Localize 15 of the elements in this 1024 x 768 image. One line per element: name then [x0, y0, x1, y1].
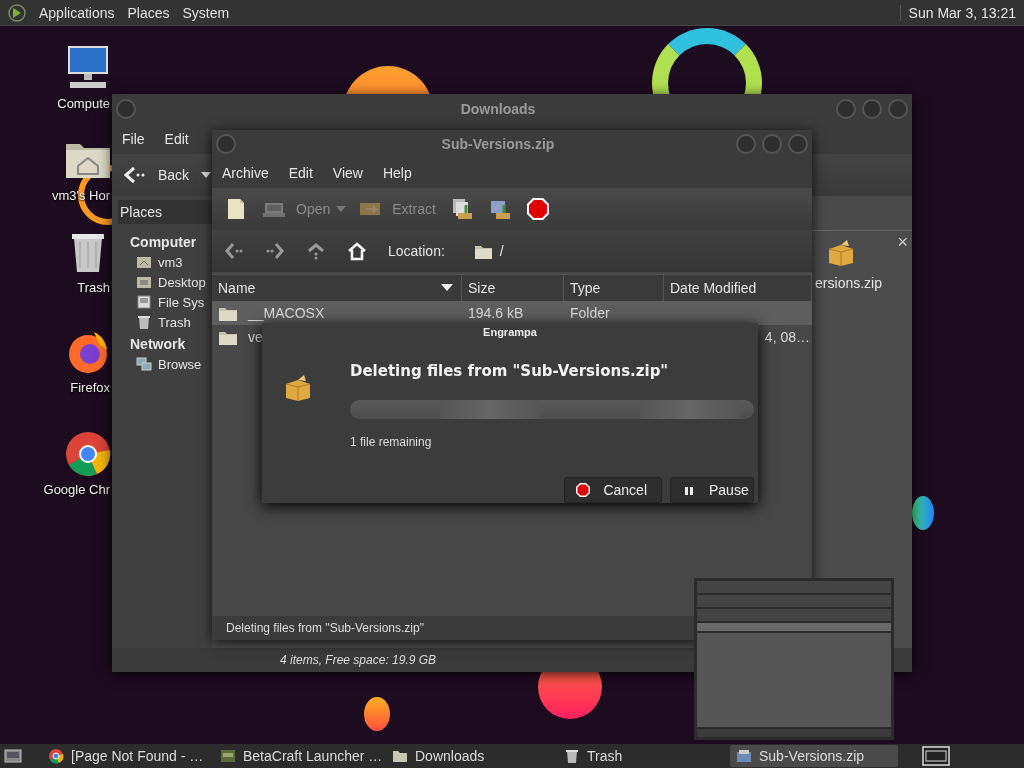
- sidebar-section-title: Computer: [129, 233, 198, 252]
- table-cell: 194.6 kB: [468, 305, 524, 321]
- table-cell: Folder: [570, 305, 610, 321]
- table-cell: ve: [248, 329, 263, 345]
- status-text: 4 items, Free space: 19.9 GB: [280, 653, 437, 667]
- location-label: Location:: [388, 243, 445, 259]
- status-text: Deleting files from "Sub-Versions.zip": [226, 621, 424, 635]
- dialog-heading: Deleting files from "Sub-Versions.zip": [350, 362, 670, 380]
- dialog-title: Engrampa: [482, 325, 538, 338]
- window-title: Sub-Versions.zip: [440, 136, 556, 152]
- table-cell: __MACOSX: [248, 305, 325, 321]
- progress-text: 1 file remaining: [350, 435, 433, 449]
- window-title: Downloads: [459, 101, 537, 117]
- table-cell: 4, 08…: [764, 329, 810, 345]
- sidebar-section-title: Network: [129, 335, 187, 354]
